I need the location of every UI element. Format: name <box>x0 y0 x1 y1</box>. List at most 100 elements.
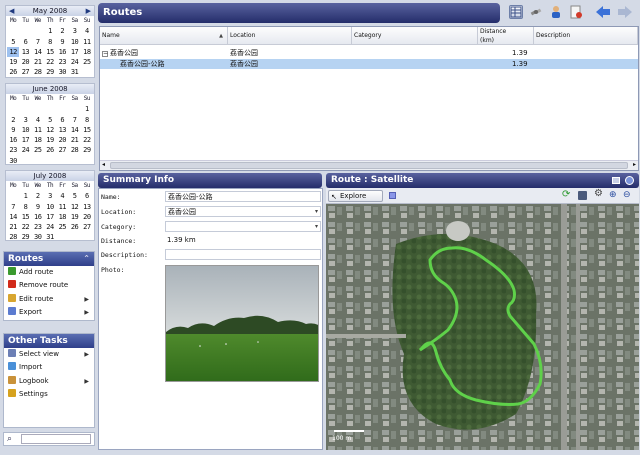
calendar-day[interactable]: 7 <box>68 115 80 125</box>
calendar-day[interactable]: 15 <box>44 47 56 57</box>
chevron-down-icon[interactable]: ▾ <box>315 207 318 217</box>
collapse-icon[interactable]: ⌃ <box>83 252 90 266</box>
calendar-day[interactable]: 2 <box>56 26 68 36</box>
table-row[interactable]: − 荔香公园 荔香公园 1.39 <box>100 48 638 58</box>
calendar-day[interactable]: 28 <box>68 145 80 155</box>
calendar-day[interactable]: 29 <box>44 67 56 77</box>
calendar-day[interactable]: 12 <box>44 125 56 135</box>
calendar-day[interactable]: 17 <box>19 135 31 145</box>
calendar-day[interactable]: 29 <box>19 232 31 242</box>
calendar-day[interactable]: 21 <box>32 57 44 67</box>
calendar-day[interactable]: 31 <box>44 232 56 242</box>
calendar-day[interactable]: 1 <box>81 104 93 114</box>
calendar-day[interactable]: 25 <box>81 57 93 67</box>
person-icon[interactable] <box>549 5 563 19</box>
gear-icon[interactable]: ⚙ <box>594 189 603 199</box>
zoom-out-icon[interactable]: ⊖ <box>623 190 631 200</box>
calendar-day[interactable]: 31 <box>68 67 80 77</box>
location-select[interactable]: 荔香公园 ▾ <box>165 206 321 217</box>
calendar-day[interactable]: 26 <box>7 67 19 77</box>
calendar-day[interactable]: 18 <box>32 135 44 145</box>
task-item-plus[interactable]: Add route <box>4 266 94 279</box>
calendar-day[interactable]: 18 <box>56 212 68 222</box>
forward-arrow-icon[interactable] <box>617 5 632 19</box>
search-input[interactable] <box>21 434 91 444</box>
calendar-day[interactable]: 11 <box>81 37 93 47</box>
calendar-day[interactable]: 4 <box>32 115 44 125</box>
calendar-day[interactable]: 9 <box>7 125 19 135</box>
document-icon[interactable] <box>569 5 583 19</box>
calendar-day[interactable]: 14 <box>7 212 19 222</box>
task-item-view[interactable]: Select view ▶ <box>4 348 94 361</box>
task-item-pencil[interactable]: Edit route ▶ <box>4 293 94 306</box>
calendar-day[interactable]: 3 <box>19 115 31 125</box>
routes-task-title[interactable]: Routes ⌃ <box>4 252 94 266</box>
calendar-day[interactable]: 19 <box>68 212 80 222</box>
calendar-day[interactable]: 8 <box>44 37 56 47</box>
calendar-day[interactable]: 2 <box>32 191 44 201</box>
calendar-day[interactable]: 26 <box>68 222 80 232</box>
calendar-day[interactable]: 20 <box>19 57 31 67</box>
zoom-in-icon[interactable]: ⊕ <box>609 190 617 200</box>
calendar-day[interactable]: 15 <box>19 212 31 222</box>
satellite-icon[interactable] <box>529 5 543 19</box>
satellite-map[interactable]: 100 m <box>326 204 639 450</box>
calendar-day[interactable]: 11 <box>32 125 44 135</box>
calendar-day[interactable]: 21 <box>7 222 19 232</box>
column-header-name[interactable]: Name ▲ <box>100 27 228 45</box>
calendar-day[interactable]: 9 <box>56 37 68 47</box>
calendar-day[interactable]: 16 <box>32 212 44 222</box>
chevron-down-icon[interactable]: ▾ <box>315 222 318 232</box>
other-tasks-title[interactable]: Other Tasks <box>4 334 94 348</box>
task-item-gear[interactable]: Settings <box>4 388 94 401</box>
calendar-day[interactable]: 23 <box>32 222 44 232</box>
layer-icon[interactable] <box>389 192 396 199</box>
calendar-day[interactable]: 30 <box>7 156 19 166</box>
calendar-day[interactable]: 30 <box>56 67 68 77</box>
maximize-icon[interactable] <box>612 177 620 184</box>
calendar-day[interactable]: 27 <box>19 67 31 77</box>
calendar-day[interactable]: 7 <box>32 37 44 47</box>
scroll-thumb[interactable] <box>110 162 628 169</box>
calendar-day[interactable]: 10 <box>68 37 80 47</box>
calendar-day[interactable]: 7 <box>7 202 19 212</box>
calendar-day[interactable]: 6 <box>56 115 68 125</box>
calendar-day[interactable]: 17 <box>68 47 80 57</box>
column-header-distance[interactable]: Distance (km) <box>478 27 534 45</box>
back-arrow-icon[interactable] <box>595 5 610 19</box>
search-icon[interactable]: ⌕ <box>7 434 12 444</box>
calendar-day[interactable]: 24 <box>19 145 31 155</box>
save-icon[interactable] <box>578 191 587 200</box>
calendar-day[interactable]: 17 <box>44 212 56 222</box>
calendar-day[interactable]: 27 <box>81 222 93 232</box>
calendar-day[interactable]: 22 <box>19 222 31 232</box>
calendar-day[interactable]: 1 <box>44 26 56 36</box>
calendar-day[interactable]: 6 <box>19 37 31 47</box>
calendar-day[interactable]: 20 <box>56 135 68 145</box>
calendar-day[interactable]: 26 <box>44 145 56 155</box>
description-field[interactable] <box>165 249 321 260</box>
calendar-day[interactable]: 28 <box>32 67 44 77</box>
explore-button[interactable]: ↖ Explore <box>328 190 383 202</box>
calendar-day[interactable]: 12 <box>68 202 80 212</box>
calendar-day[interactable]: 10 <box>19 125 31 135</box>
scroll-left-icon[interactable]: ◂ <box>102 161 105 168</box>
column-header-category[interactable]: Category <box>352 27 478 45</box>
refresh-icon[interactable]: ⟳ <box>562 190 570 200</box>
name-field[interactable]: 荔香公园-公路 <box>165 191 321 202</box>
task-item-export[interactable]: Export ▶ <box>4 306 94 319</box>
calendar-day[interactable]: 28 <box>7 232 19 242</box>
calendar-day[interactable]: 16 <box>56 47 68 57</box>
calendar-day[interactable]: 13 <box>56 125 68 135</box>
calendar-day[interactable]: 3 <box>68 26 80 36</box>
calendar-day[interactable]: 8 <box>81 115 93 125</box>
calendar-day[interactable]: 4 <box>81 26 93 36</box>
task-item-import[interactable]: Import <box>4 361 94 374</box>
calendar-day[interactable]: 12 <box>7 46 20 58</box>
calendar-day[interactable]: 3 <box>44 191 56 201</box>
calendar-day[interactable]: 25 <box>32 145 44 155</box>
calendar-day[interactable]: 2 <box>7 115 19 125</box>
calendar-day[interactable]: 22 <box>44 57 56 67</box>
calendar-day[interactable]: 23 <box>56 57 68 67</box>
calendar-day[interactable]: 30 <box>32 232 44 242</box>
